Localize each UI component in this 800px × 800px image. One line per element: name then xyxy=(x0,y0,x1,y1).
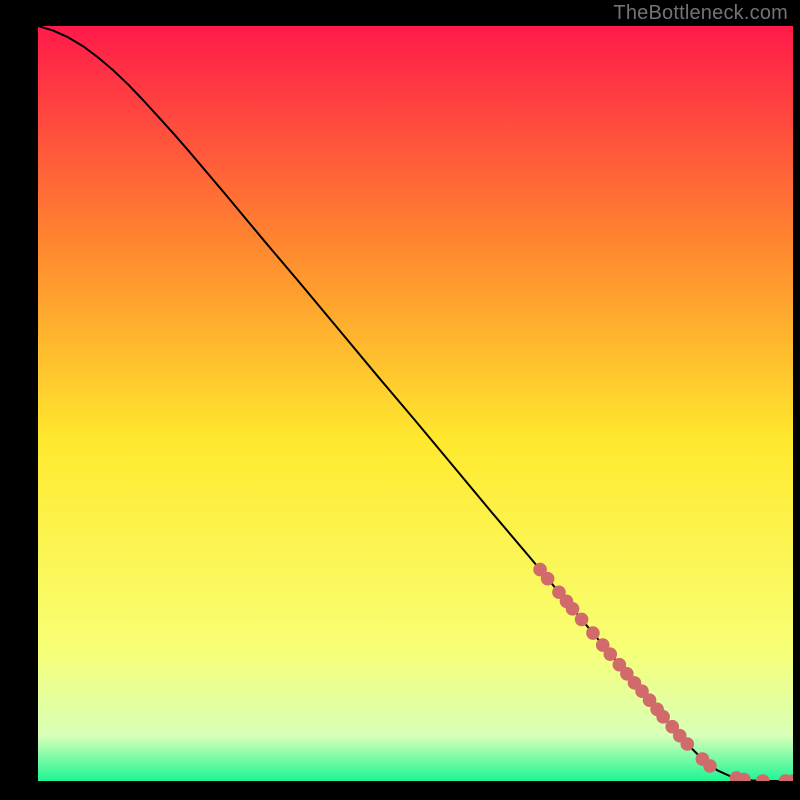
data-marker xyxy=(575,613,589,627)
data-marker xyxy=(603,647,617,661)
data-marker xyxy=(586,626,600,640)
data-marker xyxy=(681,737,695,751)
data-marker xyxy=(541,572,555,586)
gradient-background xyxy=(38,26,793,781)
attribution-text: TheBottleneck.com xyxy=(0,0,800,28)
data-marker xyxy=(703,759,717,773)
chart-svg xyxy=(38,26,793,781)
chart-frame: TheBottleneck.com xyxy=(0,0,800,800)
data-marker xyxy=(566,602,580,616)
plot-area xyxy=(38,26,793,781)
